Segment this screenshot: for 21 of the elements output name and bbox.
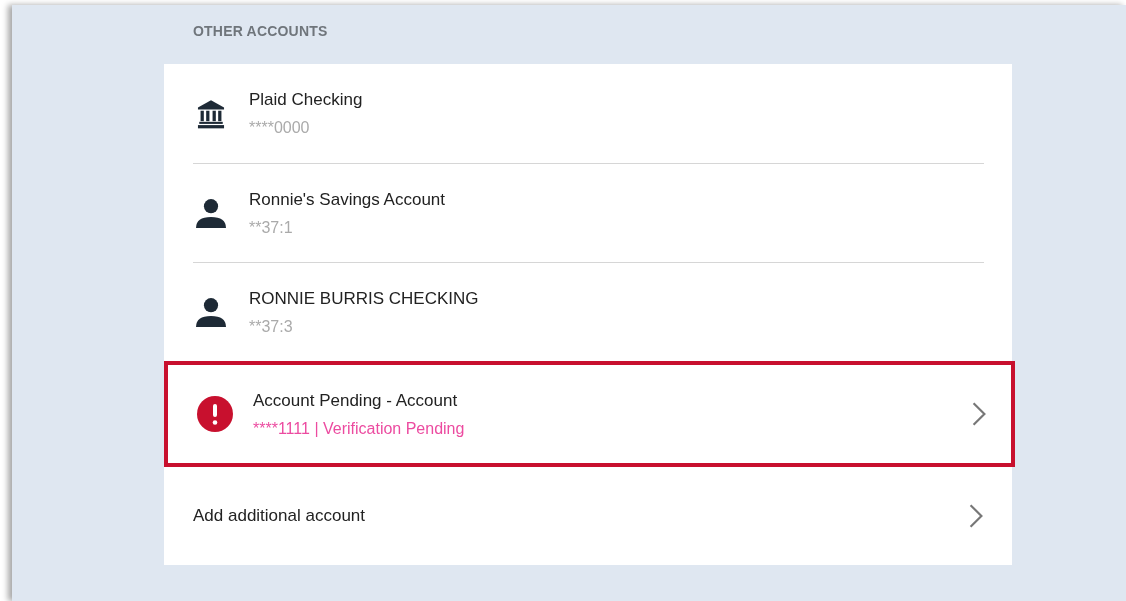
account-row[interactable]: Ronnie's Savings Account **37:1: [193, 163, 984, 262]
chevron-icon: [968, 503, 984, 529]
highlighted-account-row[interactable]: Account Pending - Account ****1111 | Verification Pending: [164, 361, 1015, 467]
account-row[interactable]: Plaid Checking ****0000: [193, 64, 984, 163]
account-number: **37:1: [249, 218, 294, 237]
add-account-link[interactable]: Add additional account: [193, 467, 984, 565]
chevron-icon: [971, 401, 987, 427]
add-account-label: Add additional account: [193, 506, 366, 525]
section-heading: OTHER ACCOUNTS: [192, 22, 329, 41]
account-row[interactable]: RONNIE BURRIS CHECKING **37:3: [193, 262, 984, 361]
account-name: Account Pending - Account: [253, 390, 459, 411]
account-name: Plaid Checking: [249, 90, 364, 110]
person-icon: [196, 297, 226, 327]
person-icon: [196, 198, 226, 228]
account-name: Ronnie's Savings Account: [249, 189, 447, 210]
account-number: **37:3: [249, 317, 294, 336]
account-number: ****1111 | Verification Pending: [253, 419, 466, 438]
alert-icon: [197, 396, 233, 432]
bank-icon: [196, 98, 226, 129]
account-name: RONNIE BURRIS CHECKING: [249, 288, 480, 309]
account-number: ****0000: [249, 119, 311, 137]
